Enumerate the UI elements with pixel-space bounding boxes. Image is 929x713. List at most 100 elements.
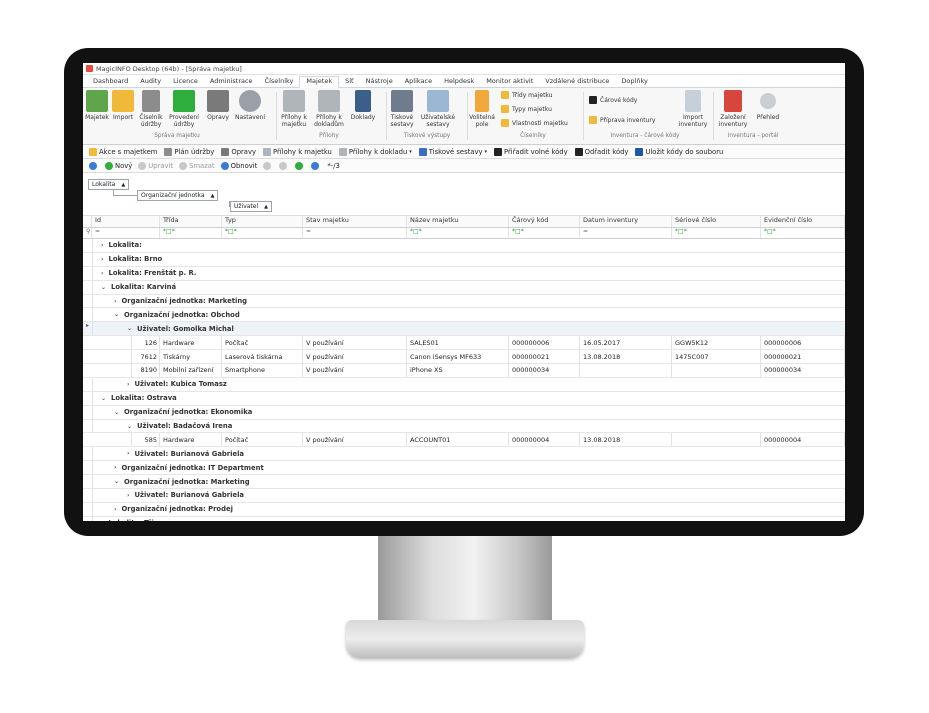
upravit-button[interactable]: Upravit bbox=[138, 161, 173, 170]
group-row[interactable]: › Lokalita: bbox=[83, 239, 845, 253]
import-button[interactable]: Import bbox=[111, 90, 135, 121]
majetek-button[interactable]: Majetek bbox=[85, 90, 109, 121]
import-inventury-button[interactable]: Import inventury bbox=[677, 90, 709, 128]
nav-prev-button[interactable] bbox=[279, 161, 289, 170]
prilohy-k-majetku-button[interactable]: Přílohy k majetku bbox=[279, 90, 309, 128]
menu-tab[interactable]: Vzdálené distribuce bbox=[539, 77, 615, 87]
typy-majetku-button[interactable]: Typy majetku bbox=[501, 105, 552, 113]
prilohy-k-majetku-toolbar-button[interactable]: Přílohy k majetku bbox=[263, 147, 332, 156]
menu-tab[interactable]: Doplňky bbox=[615, 77, 653, 87]
chevron-right-icon[interactable]: › bbox=[101, 256, 103, 263]
filter-cell[interactable]: *□* bbox=[222, 228, 303, 238]
col-header-seriove-cislo[interactable]: Sériové číslo bbox=[672, 216, 761, 227]
smazat-button[interactable]: Smazat bbox=[179, 161, 215, 170]
group-row[interactable]: › Organizační jednotka: Marketing bbox=[83, 294, 845, 309]
filter-cell[interactable]: = bbox=[303, 228, 407, 238]
provedeni-udrzby-button[interactable]: Provedení údržby bbox=[167, 90, 201, 128]
chevron-right-icon[interactable]: › bbox=[101, 520, 103, 521]
chevron-right-icon[interactable]: › bbox=[101, 270, 103, 277]
prilohy-k-dokladu-dropdown[interactable]: Přílohy k dokladu ▾ bbox=[338, 147, 412, 156]
col-header-evidencni-cislo[interactable]: Evidenční číslo bbox=[761, 216, 845, 227]
menu-tab[interactable]: Aplikace bbox=[399, 77, 438, 87]
filter-cell[interactable]: *□* bbox=[160, 228, 222, 238]
chevron-right-icon[interactable]: › bbox=[127, 450, 129, 457]
group-row[interactable]: ▸ ⌄ Uživatel: Gomolka Michal bbox=[83, 322, 845, 337]
menu-tab[interactable]: Číselníky bbox=[259, 77, 300, 87]
table-row[interactable]: 585 Hardware Počítač V používání ACCOUNT01 00… bbox=[83, 433, 845, 448]
chevron-right-icon[interactable]: › bbox=[114, 298, 116, 305]
group-row[interactable]: ⌄ Uživatel: Badačová Irena bbox=[83, 419, 845, 434]
group-row[interactable]: › Lokalita: Frenštát p. R. bbox=[83, 266, 845, 281]
doklady-button[interactable]: Doklady bbox=[349, 90, 377, 121]
uzivatelske-sestavy-button[interactable]: Uživatelské sestavy bbox=[417, 90, 459, 128]
chevron-down-icon[interactable]: ⌄ bbox=[114, 409, 119, 416]
group-row[interactable]: › Uživatel: Burianová Gabriela bbox=[83, 489, 845, 503]
col-header-typ[interactable]: Typ bbox=[222, 216, 303, 227]
menu-tab[interactable]: Administrace bbox=[204, 77, 259, 87]
col-header-carovy-kod[interactable]: Čárový kód bbox=[509, 216, 580, 227]
carove-kody-button[interactable]: Čárové kódy bbox=[589, 96, 637, 104]
tiskove-sestavy-dropdown[interactable]: Tiskové sestavy ▾ bbox=[418, 147, 487, 156]
zalozeni-inventury-button[interactable]: Založení inventury bbox=[715, 90, 751, 128]
vlastnosti-majetku-button[interactable]: Vlastnosti majetku bbox=[501, 119, 568, 127]
col-header-stav[interactable]: Stav majetku bbox=[303, 216, 407, 227]
filter-cell[interactable]: *□* bbox=[761, 228, 845, 238]
chevron-right-icon[interactable]: › bbox=[114, 506, 116, 513]
table-row[interactable]: 8190 Mobilní zařízení Smartphone V používán… bbox=[83, 364, 845, 378]
prilohy-k-dokladum-button[interactable]: Přílohy k dokladům bbox=[311, 90, 347, 128]
group-chip-lokalita[interactable]: Lokalita ▲ bbox=[88, 179, 130, 190]
filter-cell[interactable]: *□* bbox=[407, 228, 509, 238]
menu-tab[interactable]: Síť bbox=[339, 77, 359, 87]
table-row[interactable]: 126 Hardware Počítač V používání SALES01 0000… bbox=[83, 336, 845, 351]
plan-udrzby-button[interactable]: Plán údržby bbox=[164, 147, 214, 156]
menu-tab[interactable]: Audity bbox=[134, 77, 167, 87]
odradit-kody-button[interactable]: Odřadit kódy bbox=[574, 147, 628, 156]
filter-cell[interactable]: = bbox=[92, 228, 160, 238]
priprava-inventury-button[interactable]: Příprava inventury bbox=[589, 116, 655, 124]
menu-tab[interactable]: Helpdesk bbox=[438, 77, 480, 87]
tiskove-sestavy-button[interactable]: Tiskové sestavy bbox=[389, 90, 415, 128]
volitelna-pole-button[interactable]: Volitelná pole bbox=[469, 90, 495, 128]
nav-last-button[interactable] bbox=[311, 161, 321, 170]
filter-cell[interactable]: *□* bbox=[509, 228, 580, 238]
menu-tab[interactable]: Nástroje bbox=[360, 77, 399, 87]
chevron-down-icon[interactable]: ⌄ bbox=[127, 325, 132, 332]
nav-next-button[interactable] bbox=[295, 161, 305, 170]
group-row[interactable]: › Uživatel: Burianová Gabriela bbox=[83, 447, 845, 462]
group-chip-org-jednotka[interactable]: Organizační jednotka ▲ bbox=[137, 190, 219, 201]
col-header-nazev[interactable]: Název majetku bbox=[407, 216, 509, 227]
group-row[interactable]: ⌄ Organizační jednotka: Obchod bbox=[83, 308, 845, 323]
chevron-down-icon[interactable]: ⌄ bbox=[114, 478, 119, 485]
ciselnik-udrzby-button[interactable]: Číselník údržby bbox=[137, 90, 165, 128]
group-row[interactable]: › Lokalita: Třinec bbox=[83, 516, 845, 521]
nav-first-button[interactable] bbox=[263, 161, 273, 170]
opravy-toolbar-button[interactable]: Opravy bbox=[221, 147, 256, 156]
filter-cell[interactable]: *□* bbox=[672, 228, 761, 238]
menu-tab[interactable]: Majetek bbox=[299, 76, 340, 88]
priradit-volne-kody-button[interactable]: Přiřadit volné kódy bbox=[494, 147, 568, 156]
group-row[interactable]: › Uživatel: Kubica Tomasz bbox=[83, 377, 845, 392]
col-header-datum-inventury[interactable]: Datum inventury bbox=[580, 216, 672, 227]
group-chip-uzivatel[interactable]: Uživatel ▲ bbox=[230, 201, 273, 212]
col-header-trida[interactable]: Třída bbox=[160, 216, 222, 227]
chevron-down-icon[interactable]: ⌄ bbox=[127, 423, 132, 430]
group-row[interactable]: › Organizační jednotka: IT Department bbox=[83, 461, 845, 476]
col-header-id[interactable]: Id bbox=[92, 216, 160, 227]
ulozit-kody-button[interactable]: Uložit kódy do souboru bbox=[635, 147, 723, 156]
menu-tab[interactable]: Monitor aktivit bbox=[480, 77, 539, 87]
group-row[interactable]: ⌄ Lokalita: Karviná bbox=[83, 280, 845, 295]
group-row[interactable]: ⌄ Organizační jednotka: Ekonomika bbox=[83, 405, 845, 420]
group-row[interactable]: ⌄ Organizační jednotka: Marketing bbox=[83, 475, 845, 490]
info-button[interactable] bbox=[89, 161, 99, 170]
group-row[interactable]: › Organizační jednotka: Prodej bbox=[83, 502, 845, 517]
group-row[interactable]: › Lokalita: Brno bbox=[83, 252, 845, 267]
group-row[interactable]: ⌄ Lokalita: Ostrava bbox=[83, 391, 845, 406]
tridy-majetku-button[interactable]: Třídy majetku bbox=[501, 91, 553, 99]
chevron-right-icon[interactable]: › bbox=[114, 464, 116, 471]
chevron-right-icon[interactable]: › bbox=[127, 381, 129, 388]
chevron-down-icon[interactable]: ⌄ bbox=[101, 284, 106, 291]
prehled-button[interactable]: Přehled bbox=[753, 90, 783, 121]
table-row[interactable]: 7612 Tiskárny Laserová tiskárna V používání… bbox=[83, 350, 845, 365]
chevron-down-icon[interactable]: ⌄ bbox=[114, 311, 119, 318]
filter-cell[interactable]: = bbox=[580, 228, 672, 238]
